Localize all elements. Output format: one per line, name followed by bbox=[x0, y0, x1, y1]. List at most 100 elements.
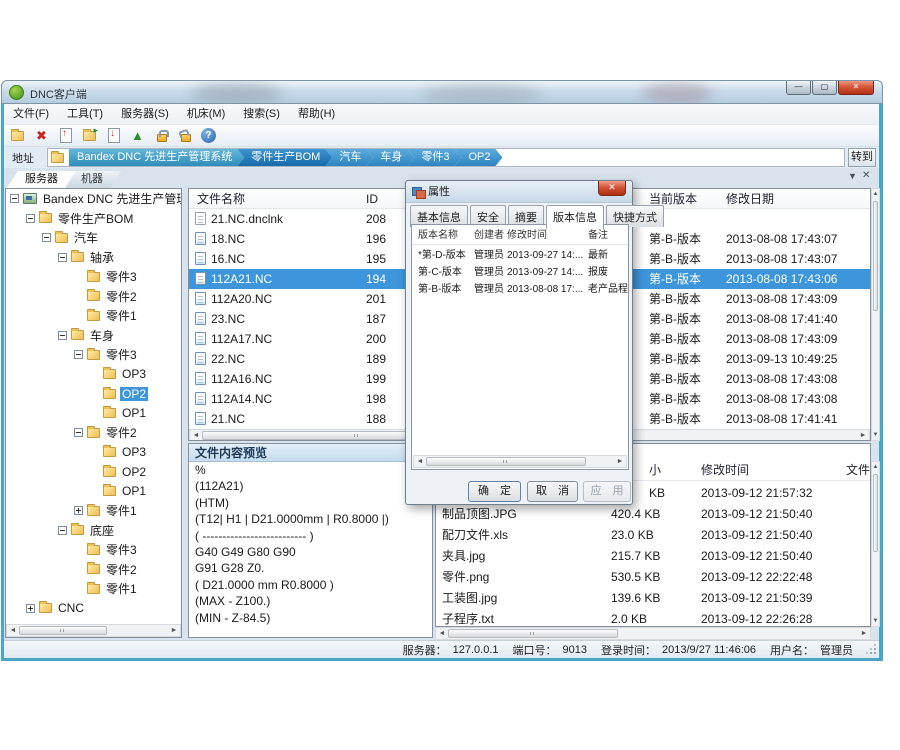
tree-item[interactable]: 零件2 bbox=[6, 423, 181, 443]
menu-search[interactable]: 搜索(S) bbox=[234, 104, 289, 125]
go-button[interactable]: 转到 bbox=[848, 148, 876, 167]
menu-file[interactable]: 文件(F) bbox=[4, 104, 58, 125]
tree-item[interactable]: 零件2 bbox=[6, 560, 181, 580]
apply-button[interactable]: 应 用 bbox=[583, 481, 631, 502]
minimize-button[interactable]: — bbox=[786, 80, 811, 95]
panel-close-icon[interactable]: ✕ bbox=[862, 170, 870, 181]
tree-item[interactable]: 零件1 bbox=[6, 306, 181, 326]
tree-item[interactable]: 车身 bbox=[6, 326, 181, 346]
dialog-horizontal-scrollbar[interactable]: ◄► bbox=[413, 455, 627, 468]
delete-icon[interactable] bbox=[33, 127, 50, 144]
attachment-vertical-scrollbar[interactable]: ▲ ▼ bbox=[871, 461, 880, 627]
file-id: 195 bbox=[366, 249, 386, 269]
column-header-date[interactable]: 修改日期 bbox=[726, 189, 774, 209]
lock-icon[interactable] bbox=[153, 127, 170, 144]
tree-item[interactable]: OP2 bbox=[6, 462, 181, 482]
cancel-button[interactable]: 取 消 bbox=[527, 481, 578, 502]
collapse-icon[interactable] bbox=[10, 194, 19, 203]
column-header-size[interactable]: 小 bbox=[649, 460, 661, 481]
file-list-vertical-scrollbar[interactable]: ▲ ▼ bbox=[871, 188, 880, 441]
export-folder-icon[interactable] bbox=[81, 127, 98, 144]
tree-item[interactable]: 零件生产BOM bbox=[6, 209, 181, 229]
tree-item[interactable]: 零件3 bbox=[6, 540, 181, 560]
collapse-icon[interactable] bbox=[58, 526, 67, 535]
column-header-file[interactable]: 文件(& bbox=[846, 460, 871, 481]
tree-item[interactable]: 零件3 bbox=[6, 267, 181, 287]
maximize-button[interactable]: ▢ bbox=[812, 80, 837, 95]
tree-horizontal-scrollbar[interactable]: ◄► bbox=[6, 624, 181, 637]
port-value: 9013 bbox=[563, 644, 587, 656]
collapse-icon[interactable] bbox=[42, 233, 51, 242]
collapse-icon[interactable] bbox=[74, 350, 83, 359]
help-icon[interactable]: ? bbox=[201, 128, 216, 143]
tree-item[interactable]: OP3 bbox=[6, 365, 181, 385]
column-header-name[interactable]: 文件名称 bbox=[197, 189, 245, 209]
address-field[interactable]: Bandex DNC 先进生产管理系统 零件生产BOM 汽车 车身 零件3 OP… bbox=[47, 148, 845, 167]
file-name: 16.NC bbox=[211, 249, 245, 269]
tree-item[interactable]: 零件3 bbox=[6, 345, 181, 365]
address-label: 地址 bbox=[7, 150, 47, 166]
login-time-value: 2013/9/27 11:46:06 bbox=[662, 644, 756, 656]
version-row[interactable]: 第-C-版本管理员2013-09-27 14:...报废 bbox=[412, 264, 628, 281]
version-row[interactable]: *第-D-版本管理员2013-09-27 14:...最新 bbox=[412, 247, 628, 264]
attachment-horizontal-scrollbar[interactable]: ◄► bbox=[435, 627, 871, 640]
breadcrumb-root[interactable]: Bandex DNC 先进生产管理系统 bbox=[69, 149, 244, 166]
tree-item[interactable]: 汽车 bbox=[6, 228, 181, 248]
tree-item-label: Bandex DNC 先进生产管理系统 bbox=[41, 190, 181, 207]
attachment-row[interactable]: 工装图.jpg139.6 KB2013-09-12 21:50:39 bbox=[436, 588, 870, 609]
tree-item[interactable]: 零件1 bbox=[6, 501, 181, 521]
file-id: 188 bbox=[366, 409, 386, 429]
breadcrumb-auto[interactable]: 汽车 bbox=[325, 149, 373, 166]
collapse-icon[interactable] bbox=[58, 331, 67, 340]
column-header-id[interactable]: ID bbox=[366, 189, 378, 209]
tree-item[interactable]: 零件1 bbox=[6, 579, 181, 599]
menu-machine[interactable]: 机床(M) bbox=[178, 104, 235, 125]
tree-item[interactable]: OP1 bbox=[6, 482, 181, 502]
collapse-icon[interactable] bbox=[74, 428, 83, 437]
chevron-down-icon[interactable]: ▼ bbox=[848, 171, 857, 181]
close-button[interactable]: ✕ bbox=[838, 80, 874, 95]
column-header-creator[interactable]: 创建者 bbox=[474, 228, 504, 244]
tree-item[interactable]: Bandex DNC 先进生产管理系统 bbox=[6, 189, 181, 209]
dialog-close-button[interactable]: ✕ bbox=[598, 181, 626, 196]
upload-file-icon[interactable] bbox=[57, 127, 74, 144]
up-arrow-icon[interactable] bbox=[129, 127, 146, 144]
unlock-icon[interactable] bbox=[177, 127, 194, 144]
tab-version-info[interactable]: 版本信息 bbox=[546, 205, 604, 229]
tree-item[interactable]: 底座 bbox=[6, 521, 181, 541]
ok-button[interactable]: 确 定 bbox=[468, 481, 521, 502]
expand-icon[interactable] bbox=[26, 604, 35, 613]
tree-item[interactable]: 轴承 bbox=[6, 248, 181, 268]
attachment-row[interactable]: 制品顶图.JPG420.4 KB2013-09-12 21:50:40 bbox=[436, 504, 870, 525]
tab-server[interactable]: 服务器 bbox=[7, 171, 76, 188]
column-header-remark[interactable]: 备注 bbox=[588, 228, 608, 244]
attachment-row[interactable]: 零件.png530.5 KB2013-09-12 22:22:48 bbox=[436, 567, 870, 588]
menu-server[interactable]: 服务器(S) bbox=[112, 104, 178, 125]
tree-item[interactable]: OP1 bbox=[6, 404, 181, 424]
attachment-row[interactable]: 夹具.jpg215.7 KB2013-09-12 21:50:40 bbox=[436, 546, 870, 567]
menu-help[interactable]: 帮助(H) bbox=[289, 104, 344, 125]
column-header-time[interactable]: 修改时间 bbox=[701, 460, 749, 481]
tree-item[interactable]: 零件2 bbox=[6, 287, 181, 307]
resize-grip[interactable] bbox=[867, 645, 877, 655]
collapse-icon[interactable] bbox=[58, 253, 67, 262]
tree-item-selected[interactable]: OP2 bbox=[6, 384, 181, 404]
expand-icon[interactable] bbox=[74, 506, 83, 515]
file-version: 第-B-版本 bbox=[649, 349, 701, 369]
folder-icon[interactable] bbox=[9, 127, 26, 144]
download-file-icon[interactable] bbox=[105, 127, 122, 144]
tree-item[interactable]: OP3 bbox=[6, 443, 181, 463]
attachment-row[interactable]: 配刀文件.xls23.0 KB2013-09-12 21:50:40 bbox=[436, 525, 870, 546]
tree-item-label: 零件2 bbox=[104, 561, 139, 578]
version-row[interactable]: 第-B-版本管理员2013-08-08 17:...老产品程序 bbox=[412, 281, 628, 298]
attachment-row[interactable]: 子程序.txt2.0 KB2013-09-12 22:26:28 bbox=[436, 609, 870, 627]
breadcrumb-op2[interactable]: OP2 bbox=[454, 149, 502, 166]
column-header-version-name[interactable]: 版本名称 bbox=[418, 228, 458, 244]
breadcrumb-body[interactable]: 车身 bbox=[366, 149, 414, 166]
breadcrumb-part3[interactable]: 零件3 bbox=[407, 149, 461, 166]
breadcrumb-bom[interactable]: 零件生产BOM bbox=[237, 149, 332, 166]
menu-tools[interactable]: 工具(T) bbox=[58, 104, 112, 125]
collapse-icon[interactable] bbox=[26, 214, 35, 223]
column-header-modified[interactable]: 修改时间 bbox=[507, 228, 547, 244]
tree-item[interactable]: CNC bbox=[6, 599, 181, 619]
